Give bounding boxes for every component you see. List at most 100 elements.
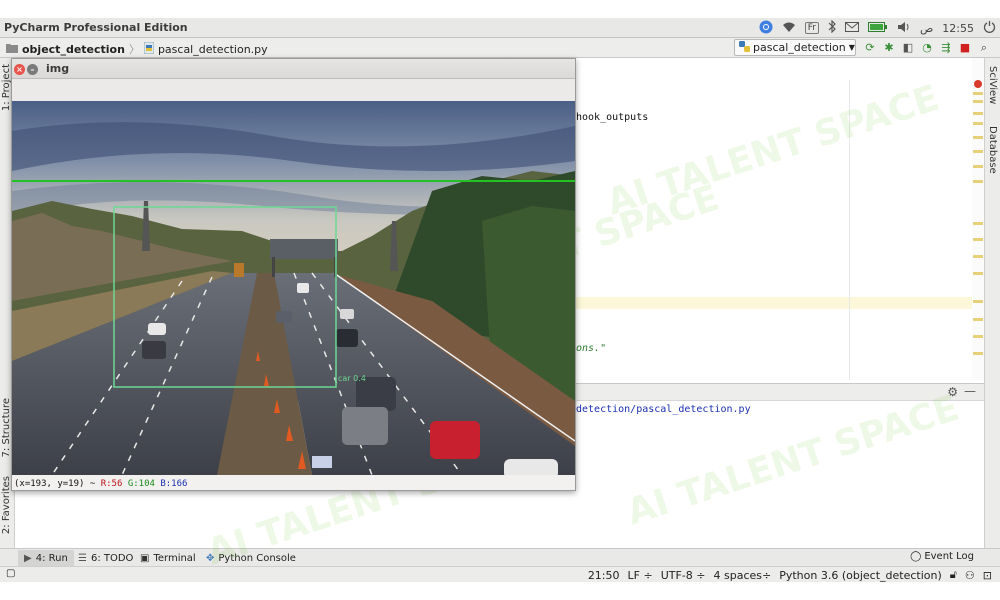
line-separator[interactable]: LF ÷ [628,569,653,582]
search-everywhere-icon[interactable]: ⌕ [978,41,990,55]
clock[interactable]: 12:55 [942,22,974,35]
breadcrumb-file[interactable]: pascal_detection.py [158,43,268,56]
warning-mark[interactable] [973,255,983,258]
image-window-toolbar [12,79,575,101]
warning-mark[interactable] [973,122,983,125]
tool-window-label: Terminal [153,552,196,564]
battery-icon[interactable] [867,21,888,35]
warning-mark[interactable] [973,180,983,183]
warning-mark[interactable] [973,136,983,139]
wifi-icon[interactable] [782,21,796,36]
close-icon[interactable]: × [14,64,25,75]
detection-score: car 0.4 [338,374,366,383]
mail-icon[interactable] [844,21,859,35]
run-configuration-select[interactable]: pascal_detection ▼ [734,39,856,56]
hector-icon[interactable]: ⚇ [965,569,975,582]
warning-mark[interactable] [973,112,983,115]
warning-mark[interactable] [973,165,983,168]
rerun-icon[interactable]: ⟳ [864,41,876,55]
desktop-screen: PyCharm Professional Edition Fr ص 12:55 [0,0,1000,600]
error-stripe[interactable] [972,58,984,380]
power-icon[interactable] [983,20,996,36]
pixel-coords: (x=193, y=19) ~ [14,479,101,489]
pixel-green: G:104 [127,479,155,489]
run-configuration-label: pascal_detection [753,41,846,54]
terminal-icon: ▣ [140,552,150,564]
tool-tab-database[interactable]: Database [987,126,998,174]
hide-panel-icon[interactable]: — [964,384,976,398]
tool-window-run[interactable]: ▶ 4: Run [18,550,74,566]
run-toolbar: ⟳ ✱ ◧ ◔ ⇶ ■ ⌕ [864,41,990,55]
breadcrumb: object_detection 〉 pascal_detection.py [6,41,268,57]
right-tool-strip: SciView Database [984,58,1000,548]
tool-window-bar: ▶ 4: Run ☰ 6: TODO ▣ Terminal ✥ Python C… [0,548,1000,566]
search-icon: ◯ [910,551,922,562]
pixel-red: R:56 [100,479,123,489]
tool-window-todo[interactable]: ☰ 6: TODO [72,550,139,566]
image-window-title: img [46,62,70,75]
system-top-panel: PyCharm Professional Edition Fr ص 12:55 [0,18,1000,38]
chrome-icon[interactable] [759,20,773,37]
breadcrumb-separator-icon: 〉 [128,43,140,56]
concurrency-icon[interactable]: ⇶ [940,41,952,55]
indent-setting[interactable]: 4 spaces÷ [714,569,772,582]
profile-icon[interactable]: ◔ [921,41,933,55]
play-icon: ▶ [24,552,32,564]
tool-tab-sciview[interactable]: SciView [987,66,998,104]
navigation-bar: object_detection 〉 pascal_detection.py p… [0,38,1000,58]
code-fragment[interactable]: hook_outputs [576,112,648,123]
encoding-value: UTF-8 [660,568,693,582]
tool-window-python-console[interactable]: ✥ Python Console [200,550,302,566]
bluetooth-icon[interactable] [828,19,836,36]
toggle-tool-windows-icon[interactable]: ▢ [6,568,15,579]
warning-mark[interactable] [973,300,983,303]
warning-mark[interactable] [973,150,983,153]
image-window-titlebar[interactable]: × – img [12,59,575,79]
status-bar: ▢ 21:50 LF ÷ UTF-8 ÷ 4 spaces÷ Python 3.… [0,566,1000,582]
image-window[interactable]: × – img car 0.4 (x=193, y=19) ~ R:56 G:1… [11,58,576,491]
warning-mark[interactable] [973,238,983,241]
indent-value: 4 spaces [713,568,763,582]
error-indicator-icon[interactable] [974,80,982,88]
app-title: PyCharm Professional Edition [4,21,188,34]
gear-icon[interactable]: ⚙ [947,385,958,399]
debug-icon[interactable]: ✱ [883,41,895,55]
tool-window-label: 4: Run [35,552,68,564]
breadcrumb-project[interactable]: object_detection [22,43,125,56]
file-encoding[interactable]: UTF-8 ÷ [661,569,706,582]
event-log-button[interactable]: ◯ Event Log [910,551,974,562]
warning-mark[interactable] [973,318,983,321]
keyboard-layout-indicator[interactable]: ص [920,22,933,35]
warning-mark[interactable] [973,352,983,355]
run-output-line[interactable]: detection/pascal_detection.py [576,404,751,415]
highway-photo[interactable]: car 0.4 [12,101,575,475]
caret-position[interactable]: 21:50 [588,569,620,582]
warning-mark[interactable] [973,100,983,103]
folder-icon [6,43,18,56]
python-file-icon [143,41,155,57]
pixel-blue: B:166 [160,479,188,489]
input-method-indicator[interactable]: Fr [804,22,819,34]
python-icon: ✥ [206,552,215,564]
lock-icon[interactable]: 🔓︎ [950,568,957,582]
status-items: 21:50 LF ÷ UTF-8 ÷ 4 spaces÷ Python 3.6 … [588,568,992,582]
warning-mark[interactable] [973,222,983,225]
tool-window-label: Python Console [218,552,296,564]
coverage-icon[interactable]: ◧ [902,41,914,55]
stop-icon[interactable]: ■ [959,41,971,55]
chevron-down-icon: ▼ [848,43,855,52]
right-margin-guide [849,80,850,380]
event-log-label: Event Log [924,551,974,562]
code-fragment[interactable]: ons." [576,343,606,354]
minimize-icon[interactable]: – [27,64,38,75]
python-interpreter[interactable]: Python 3.6 (object_detection) [779,569,942,582]
warning-mark[interactable] [973,335,983,338]
volume-icon[interactable] [897,21,911,36]
python-icon [739,40,750,55]
memory-indicator-icon[interactable]: ⊡ [983,569,992,582]
system-tray: Fr ص 12:55 [759,19,996,37]
tool-window-terminal[interactable]: ▣ Terminal [134,550,202,566]
list-icon: ☰ [78,552,87,564]
warning-mark[interactable] [973,272,983,275]
warning-mark[interactable] [973,92,983,95]
